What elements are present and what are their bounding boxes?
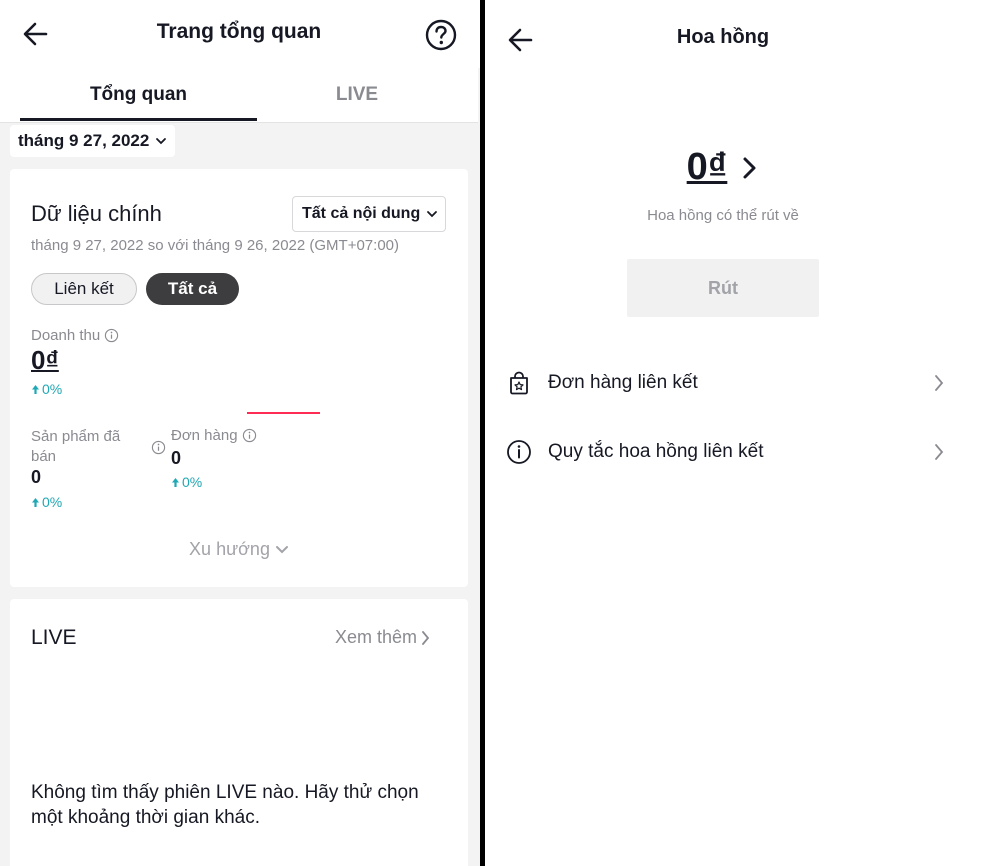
commission-panel: Hoa hồng 0₫ Hoa hồng có thể rút về Rút Đ… (485, 0, 1000, 866)
chevron-down-icon (427, 211, 438, 218)
content-filter-label: Tất cả nội dung (302, 205, 421, 222)
chevron-down-icon (275, 546, 288, 554)
shopping-bag-icon (510, 371, 528, 395)
page-title: Trang tổng quan (156, 20, 322, 43)
balance-row[interactable]: 0₫ (485, 146, 961, 189)
orders-change: 0% (171, 474, 202, 490)
orders-change-value: 0% (182, 474, 203, 490)
products-sold-change: 0% (31, 494, 62, 510)
menu-item-affiliate-orders[interactable]: Đơn hàng liên kết (505, 363, 945, 403)
revenue-value: 0₫ (31, 345, 59, 375)
revenue-label-row: Doanh thu (31, 327, 119, 344)
see-more-link[interactable]: Xem thêm (335, 627, 430, 648)
tab-live[interactable]: LIVE (238, 84, 476, 106)
revenue-label: Doanh thu (31, 327, 101, 344)
chevron-right-icon (935, 444, 944, 460)
commission-balance: 0₫ (686, 146, 728, 188)
main-data-card: Dữ liệu chính Tất cả nội dung tháng 9 27… (10, 169, 468, 587)
menu-item-commission-rules[interactable]: Quy tắc hoa hồng liên kết (505, 432, 945, 472)
live-section-title: LIVE (31, 626, 77, 649)
page-title: Hoa hồng (676, 26, 770, 48)
menu-item-label: Đơn hàng liên kết (548, 372, 698, 393)
see-more-label: Xem thêm (335, 627, 418, 647)
live-card: LIVE Xem thêm Không tìm thấy phiên LIVE … (10, 599, 468, 866)
tab-overview[interactable]: Tổng quan (20, 84, 257, 106)
chevron-right-icon (422, 630, 430, 645)
trend-line (247, 412, 320, 414)
filter-pill-affiliate[interactable]: Liên kết (31, 273, 137, 305)
orders-label: Đơn hàng (171, 427, 238, 444)
arrow-up-icon (32, 497, 39, 507)
main-data-title: Dữ liệu chính (31, 201, 162, 226)
revenue-change: 0% (31, 381, 62, 397)
dashboard-panel: Trang tổng quan Tổng quan LIVE tháng 9 2… (0, 0, 480, 866)
filter-pill-all[interactable]: Tất cả (146, 273, 239, 305)
info-icon[interactable] (104, 328, 119, 343)
date-filter-label: tháng 9 27, 2022 (18, 131, 150, 150)
live-empty-message: Không tìm thấy phiên LIVE nào. Hãy thử c… (31, 782, 419, 828)
dashboard-header: Trang tổng quan (0, 0, 480, 68)
products-sold-change-value: 0% (42, 494, 63, 510)
arrow-up-icon (32, 384, 39, 394)
arrow-up-icon (172, 477, 179, 487)
active-tab-indicator (20, 118, 257, 121)
menu-item-label: Quy tắc hoa hồng liên kết (548, 441, 764, 462)
trend-toggle[interactable]: Xu hướng (10, 539, 468, 560)
orders-label-row: Đơn hàng (171, 427, 257, 444)
products-sold-value: 0 (31, 467, 42, 487)
chevron-right-icon (935, 375, 944, 391)
content-filter-dropdown[interactable]: Tất cả nội dung (292, 196, 446, 232)
chevron-right-icon (743, 157, 756, 178)
chevron-down-icon (156, 138, 167, 145)
orders-value: 0 (171, 448, 182, 468)
balance-label: Hoa hồng có thể rút về (647, 207, 799, 224)
trend-label: Xu hướng (189, 539, 270, 559)
revenue-change-value: 0% (42, 381, 63, 397)
info-icon[interactable] (151, 440, 166, 455)
help-icon[interactable] (424, 18, 458, 52)
products-sold-label: Sản phẩm đã bán (31, 428, 121, 465)
date-comparison: tháng 9 27, 2022 so với tháng 9 26, 2022… (31, 237, 399, 254)
tab-bar: Tổng quan LIVE (0, 68, 478, 123)
date-filter[interactable]: tháng 9 27, 2022 (10, 125, 176, 157)
info-icon[interactable] (242, 428, 257, 443)
withdraw-button[interactable]: Rút (627, 259, 819, 317)
info-icon (507, 440, 531, 464)
